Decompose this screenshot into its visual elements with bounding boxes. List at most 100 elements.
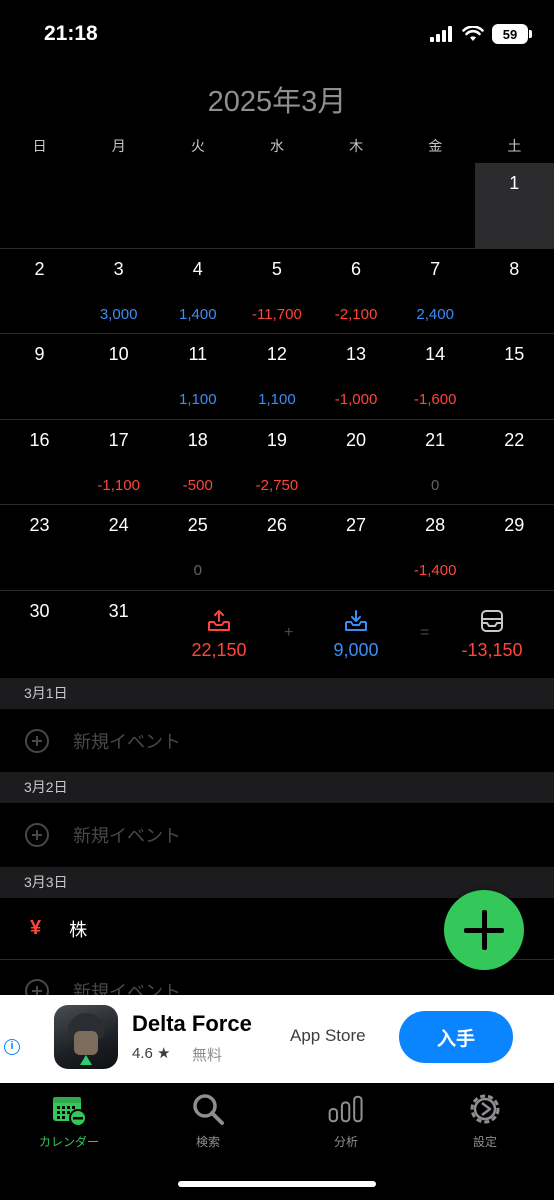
tab-label: カレンダー xyxy=(38,1135,99,1149)
calendar-day-cell[interactable]: 21 0 xyxy=(396,420,475,505)
battery-icon: 59 xyxy=(492,24,532,44)
new-event-row[interactable]: 新規イベント xyxy=(0,710,554,772)
calendar-day-cell[interactable]: 20 xyxy=(317,420,396,505)
ad-info-icon[interactable]: i xyxy=(4,1039,20,1055)
day-number: 21 xyxy=(425,429,446,450)
wifi-icon xyxy=(462,26,484,41)
calendar-day-cell[interactable]: 13 -1,000 xyxy=(317,334,396,419)
calendar-day-cell[interactable]: 7 2,400 xyxy=(396,249,475,334)
day-number: 2 xyxy=(34,258,45,279)
gear-icon xyxy=(470,1094,500,1124)
calendar-day-cell[interactable]: 23 xyxy=(0,505,79,590)
day-number: 29 xyxy=(504,515,525,536)
calendar-day-cell[interactable]: 24 xyxy=(79,505,158,590)
balance-total: -13,150 xyxy=(461,640,523,660)
status-icons: 59 xyxy=(430,24,532,44)
section-header: 3月1日 xyxy=(0,678,554,709)
weekday-label: 木 xyxy=(349,138,364,154)
day-number: 14 xyxy=(425,344,446,365)
day-number: 4 xyxy=(192,258,203,279)
event-name: 株 xyxy=(69,919,88,940)
calendar-day-cell[interactable]: 14 -1,600 xyxy=(396,334,475,419)
calendar-day-cell[interactable]: 31 xyxy=(79,591,158,677)
calendar-week-row: 1 xyxy=(0,163,554,249)
calendar-day-cell[interactable]: 9 xyxy=(0,334,79,419)
ad-banner[interactable]: i Delta Force 4.6 ★ 無料 App Store 入手 xyxy=(0,995,554,1083)
calendar-day-cell[interactable]: 25 0 xyxy=(158,505,237,590)
calendar-day-cell[interactable]: 17 -1,100 xyxy=(79,420,158,505)
ad-rating: 4.6 ★ xyxy=(132,1045,171,1062)
day-number: 12 xyxy=(266,344,287,365)
calendar-day-cell[interactable]: 19 -2,750 xyxy=(237,420,316,505)
tab-label: 検索 xyxy=(195,1135,220,1149)
calendar-day-cell[interactable]: 16 xyxy=(0,420,79,505)
day-number: 3 xyxy=(113,258,124,279)
plus-circle-icon xyxy=(25,823,49,847)
calendar-day-cell[interactable]: 6 -2,100 xyxy=(317,249,396,334)
calendar-day-cell[interactable]: 30 xyxy=(0,591,79,677)
equals-sign: = xyxy=(420,624,430,641)
day-amount: 0 xyxy=(193,562,202,580)
status-time: 21:18 xyxy=(44,22,98,45)
calendar-day-cell[interactable]: 29 xyxy=(475,505,554,590)
calendar-day-cell[interactable]: 8 xyxy=(475,249,554,334)
calendar-day-cell[interactable]: 27 xyxy=(317,505,396,590)
month-summary: 22,150 + 9,000 = -13,150 xyxy=(158,600,554,678)
calendar-day-cell[interactable]: 11 1,100 xyxy=(158,334,237,419)
day-amount: -1,600 xyxy=(413,391,457,409)
calendar-day-cell[interactable]: 12 1,100 xyxy=(237,334,316,419)
home-indicator xyxy=(178,1181,376,1187)
calendar-day-cell[interactable]: 15 xyxy=(475,334,554,419)
calendar-day-cell[interactable]: 28 -1,400 xyxy=(396,505,475,590)
tab-calendar[interactable]: カレンダー xyxy=(9,1091,129,1150)
calendar-empty-cell xyxy=(79,163,158,248)
weekday-label: 火 xyxy=(190,138,205,154)
calendar-empty-cell xyxy=(396,163,475,248)
day-amount: -2,750 xyxy=(255,476,299,494)
weekday-label: 日 xyxy=(32,138,47,154)
tab-label: 設定 xyxy=(472,1135,497,1149)
day-number: 1 xyxy=(509,173,520,193)
day-number: 10 xyxy=(108,344,129,365)
calendar-day-cell[interactable]: 5 -11,700 xyxy=(237,249,316,334)
new-event-row[interactable]: 新規イベント xyxy=(0,804,554,866)
day-number: 30 xyxy=(29,600,50,621)
calendar-week-row: 23 24 25 0 26 27 28 -1,400 29 xyxy=(0,505,554,591)
day-number: 27 xyxy=(346,515,367,536)
day-number: 16 xyxy=(29,429,50,450)
calendar-day-cell[interactable]: 4 1,400 xyxy=(158,249,237,334)
add-event-button[interactable] xyxy=(444,890,524,970)
tab-analysis[interactable]: 分析 xyxy=(286,1091,406,1150)
day-amount: -1,000 xyxy=(334,391,378,409)
ad-get-button[interactable]: 入手 xyxy=(399,1011,513,1063)
search-icon xyxy=(193,1094,224,1125)
month-title[interactable]: 2025年3月 xyxy=(0,78,554,120)
day-number: 26 xyxy=(266,515,287,536)
day-number: 7 xyxy=(430,258,441,279)
triangle-logo-icon xyxy=(80,1055,92,1065)
tab-settings[interactable]: 設定 xyxy=(425,1091,545,1150)
tab-search[interactable]: 検索 xyxy=(148,1091,268,1150)
calendar-empty-cell xyxy=(237,163,316,248)
weekday-label: 水 xyxy=(269,138,284,154)
day-amount: -1,400 xyxy=(413,562,457,580)
day-number: 15 xyxy=(504,344,525,365)
new-event-label: 新規イベント xyxy=(73,732,181,752)
calendar-day-cell[interactable]: 1 xyxy=(474,163,554,248)
day-number: 28 xyxy=(425,515,446,536)
day-amount: -2,100 xyxy=(334,305,378,323)
expense-total: 22,150 xyxy=(191,640,247,660)
inbox-icon xyxy=(345,610,367,631)
weekday-label: 土 xyxy=(507,138,522,154)
day-number: 22 xyxy=(504,429,525,450)
calendar-day-cell[interactable]: 26 xyxy=(237,505,316,590)
day-number: 20 xyxy=(346,429,367,450)
calendar-day-cell[interactable]: 2 xyxy=(0,249,79,334)
calendar-day-cell[interactable]: 22 xyxy=(475,420,554,505)
calendar-day-cell[interactable]: 10 xyxy=(79,334,158,419)
calendar-empty-cell xyxy=(0,163,79,248)
calendar-day-cell[interactable]: 18 -500 xyxy=(158,420,237,505)
expense-summary: 22,150 xyxy=(164,608,274,661)
calendar-day-cell[interactable]: 3 3,000 xyxy=(79,249,158,334)
weekday-label: 月 xyxy=(111,138,126,154)
